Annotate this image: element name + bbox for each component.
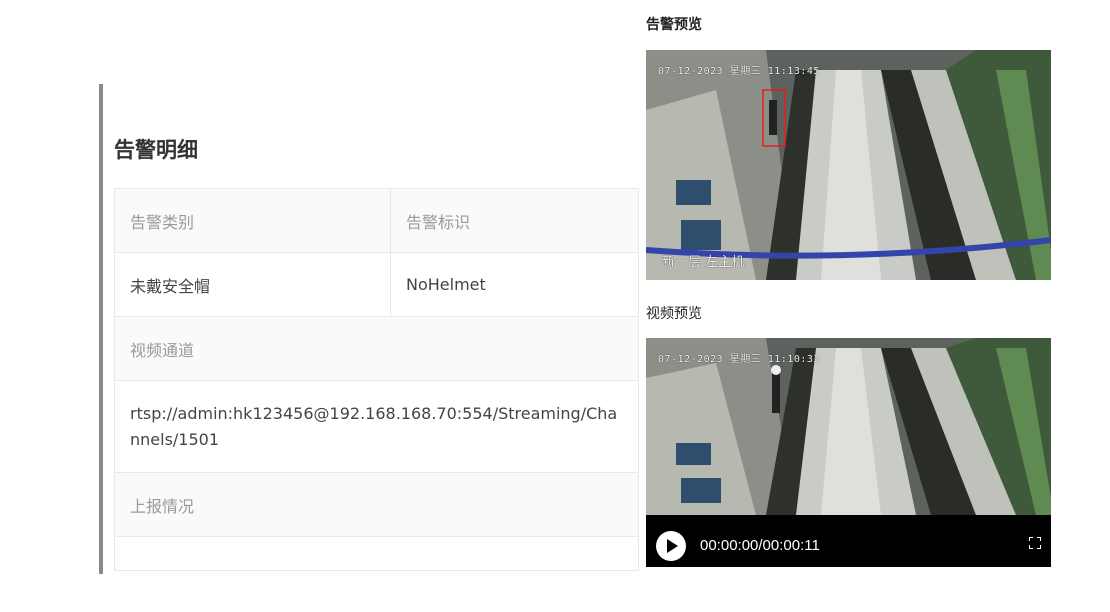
table-row: 未戴安全帽 NoHelmet — [114, 252, 639, 317]
report-status-label: 上报情况 — [114, 472, 639, 537]
factory-scene — [646, 50, 1051, 280]
table-row — [114, 536, 639, 571]
left-accent-bar — [99, 84, 103, 574]
alarm-tag-label: 告警标识 — [390, 188, 639, 253]
video-osd-datetime: 07-12-2023 星期三 11:10:33 — [658, 354, 820, 365]
video-time-display: 00:00:00/00:00:11 — [700, 537, 820, 554]
table-row: 上报情况 — [114, 472, 639, 537]
alarm-type-label: 告警类别 — [114, 188, 391, 253]
video-controls: 00:00:00/00:00:11 — [646, 515, 1051, 567]
detail-table: 告警类别 告警标识 未戴安全帽 NoHelmet 视频通道 rtsp://adm… — [114, 188, 639, 571]
video-preview-title: 视频预览 — [646, 306, 702, 322]
play-icon[interactable] — [656, 531, 686, 561]
fullscreen-icon[interactable] — [1029, 537, 1041, 549]
table-row: 告警类别 告警标识 — [114, 188, 639, 253]
alarm-tag-value: NoHelmet — [390, 252, 639, 317]
table-row: 视频通道 — [114, 316, 639, 381]
alarm-preview-title: 告警预览 — [646, 17, 702, 33]
alarm-type-value: 未戴安全帽 — [114, 252, 391, 317]
alarm-preview-image: 07-12-2023 星期三 11:13:45 新一层 左主机 — [646, 50, 1051, 280]
alarm-osd-datetime: 07-12-2023 星期三 11:13:45 — [658, 66, 820, 77]
video-channel-value: rtsp://admin:hk123456@192.168.168.70:554… — [114, 380, 639, 473]
video-channel-label: 视频通道 — [114, 316, 639, 381]
table-row: rtsp://admin:hk123456@192.168.168.70:554… — [114, 380, 639, 473]
report-status-value — [114, 536, 639, 571]
alarm-osd-location: 新一层 左主机 — [662, 255, 745, 270]
video-preview-player[interactable]: 07-12-2023 星期三 11:10:33 — [646, 338, 1051, 515]
detail-title: 告警明细 — [114, 137, 198, 162]
